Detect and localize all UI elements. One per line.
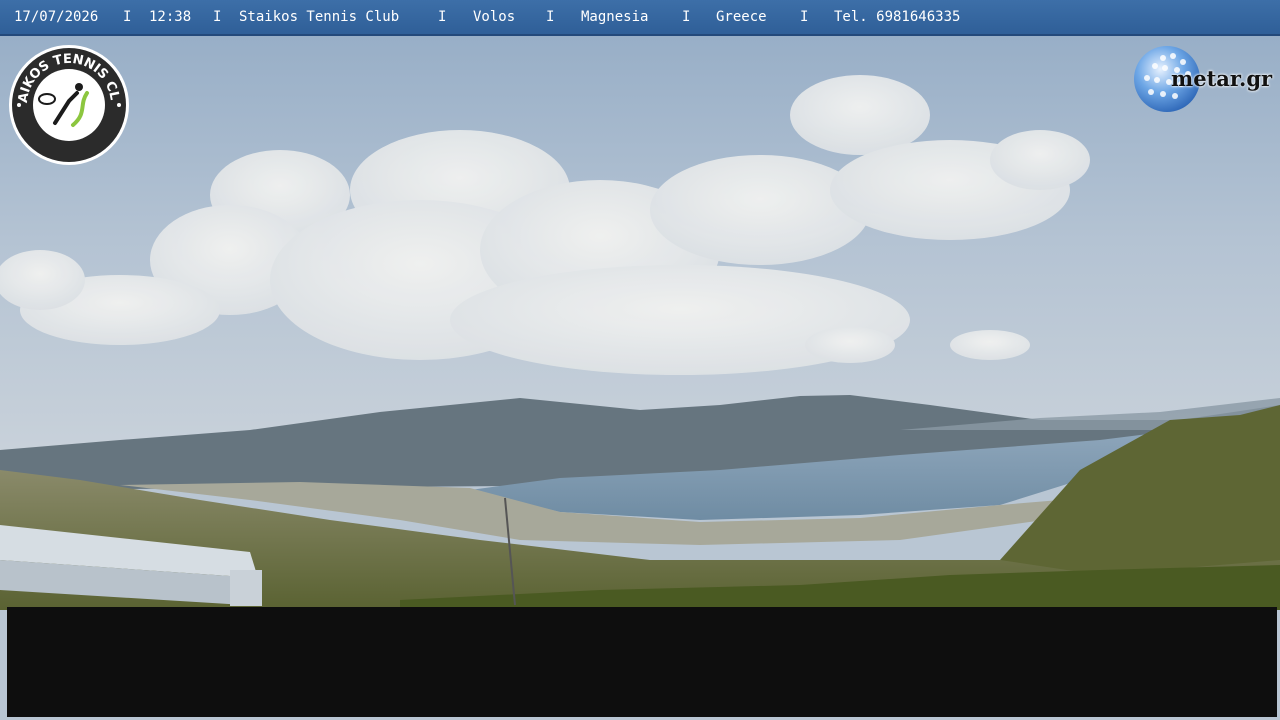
club-logo: STAIKOS TENNIS CLUB VOLOS (7, 43, 129, 165)
club-name-text: Staikos Tennis Club (239, 9, 400, 25)
separator: I (438, 9, 447, 25)
date-text: 17/07/2026 (14, 9, 99, 25)
time-text: 12:38 (149, 9, 192, 25)
separator: I (123, 9, 132, 25)
separator: I (213, 9, 222, 25)
region-text: Magnesia (581, 9, 649, 25)
info-bar: 17/07/2026 I 12:38 I Staikos Tennis Club… (0, 0, 1280, 36)
separator: I (800, 9, 809, 25)
metar-logo-text: metar.gr (1171, 66, 1273, 91)
phone-text: Tel. 6981646335 (834, 9, 961, 25)
city-text: Volos (473, 9, 516, 25)
separator: I (682, 9, 691, 25)
country-text: Greece (716, 9, 767, 25)
separator: I (546, 9, 555, 25)
blank-overlay-box (7, 607, 1277, 717)
